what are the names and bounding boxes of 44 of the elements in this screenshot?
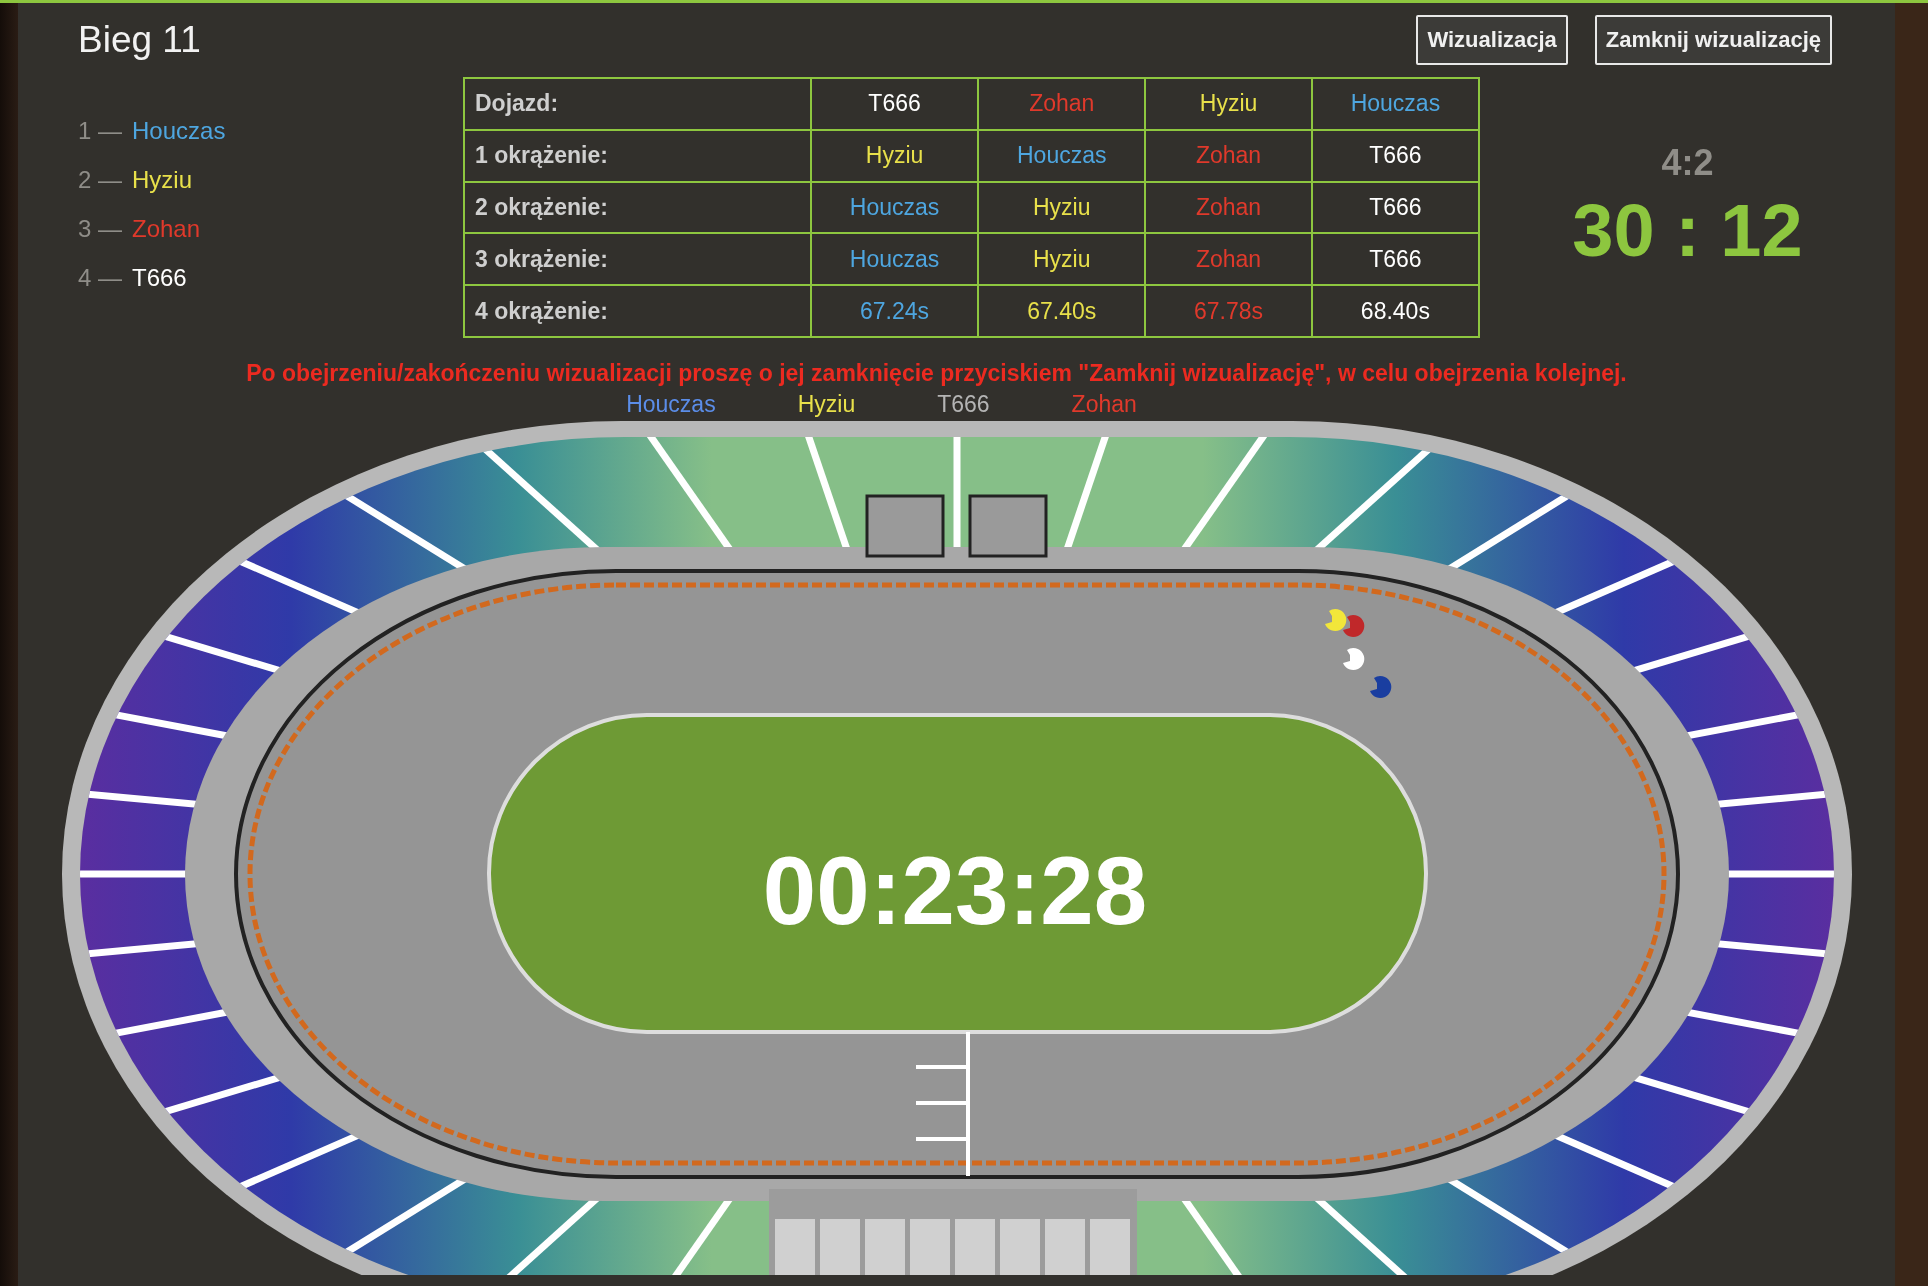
place-number: 2 —	[78, 166, 122, 194]
place-number: 1 —	[78, 117, 122, 145]
table-cell: Zohan	[1145, 233, 1312, 286]
visualization-button[interactable]: Zamknij wizualizację	[1594, 15, 1832, 65]
row-label: 4 okrążenie:	[464, 285, 811, 337]
heat-score: 4:2	[1661, 142, 1714, 184]
table-cell: Hyziu	[1145, 78, 1312, 130]
table-cell: Houczas	[810, 233, 979, 286]
race-timer: 00:23:28	[762, 837, 1148, 944]
table-cell: T666	[1311, 233, 1479, 286]
rider-name: Zohan	[132, 215, 201, 243]
table-cell: T666	[1311, 129, 1479, 182]
table-cell: T666	[810, 78, 979, 130]
table-cell: 67.40s	[978, 285, 1146, 337]
notice-text: Po obejrzeniu/zakończeniu wizualizacji proszę o jej zamknięcie przyciskiem "Zamknij wizualizację", w celu obejrzenia kolejnej.	[245, 360, 1628, 387]
row-label: 2 okrążenie:	[464, 181, 811, 234]
table-cell: 67.78s	[1145, 285, 1312, 337]
table-cell: 67.24s	[810, 285, 979, 337]
table-cell: Zohan	[1145, 129, 1312, 182]
table-cell: T666	[1311, 181, 1479, 234]
place-number: 4 —	[78, 264, 122, 292]
visualization-button[interactable]: Wizualizacja	[1416, 15, 1568, 65]
table-cell: Zohan	[1145, 181, 1312, 234]
rider-name: Hyziu	[132, 166, 193, 194]
row-label: 1 okrążenie:	[464, 129, 811, 182]
table-cell: Hyziu	[810, 129, 979, 182]
table-cell: Zohan	[978, 78, 1146, 130]
legend-rider: Hyziu	[797, 391, 856, 419]
rider-name: Houczas	[132, 117, 226, 145]
row-label: 3 okrążenie:	[464, 233, 811, 286]
race-title: Bieg 11	[78, 19, 201, 61]
row-label: Dojazd:	[464, 78, 811, 130]
total-score: 30 : 12	[1572, 188, 1803, 273]
table-cell: Hyziu	[978, 181, 1146, 234]
place-number: 3 —	[78, 215, 122, 243]
table-cell: 68.40s	[1311, 285, 1479, 337]
rider-name: T666	[132, 264, 187, 292]
legend-rider: T666	[937, 391, 990, 419]
table-cell: Houczas	[1311, 78, 1479, 130]
table-cell: Houczas	[978, 129, 1146, 182]
legend-rider: Zohan	[1071, 391, 1137, 419]
legend-rider: Houczas	[626, 391, 716, 419]
table-cell: Hyziu	[978, 233, 1146, 286]
table-cell: Houczas	[810, 181, 979, 234]
